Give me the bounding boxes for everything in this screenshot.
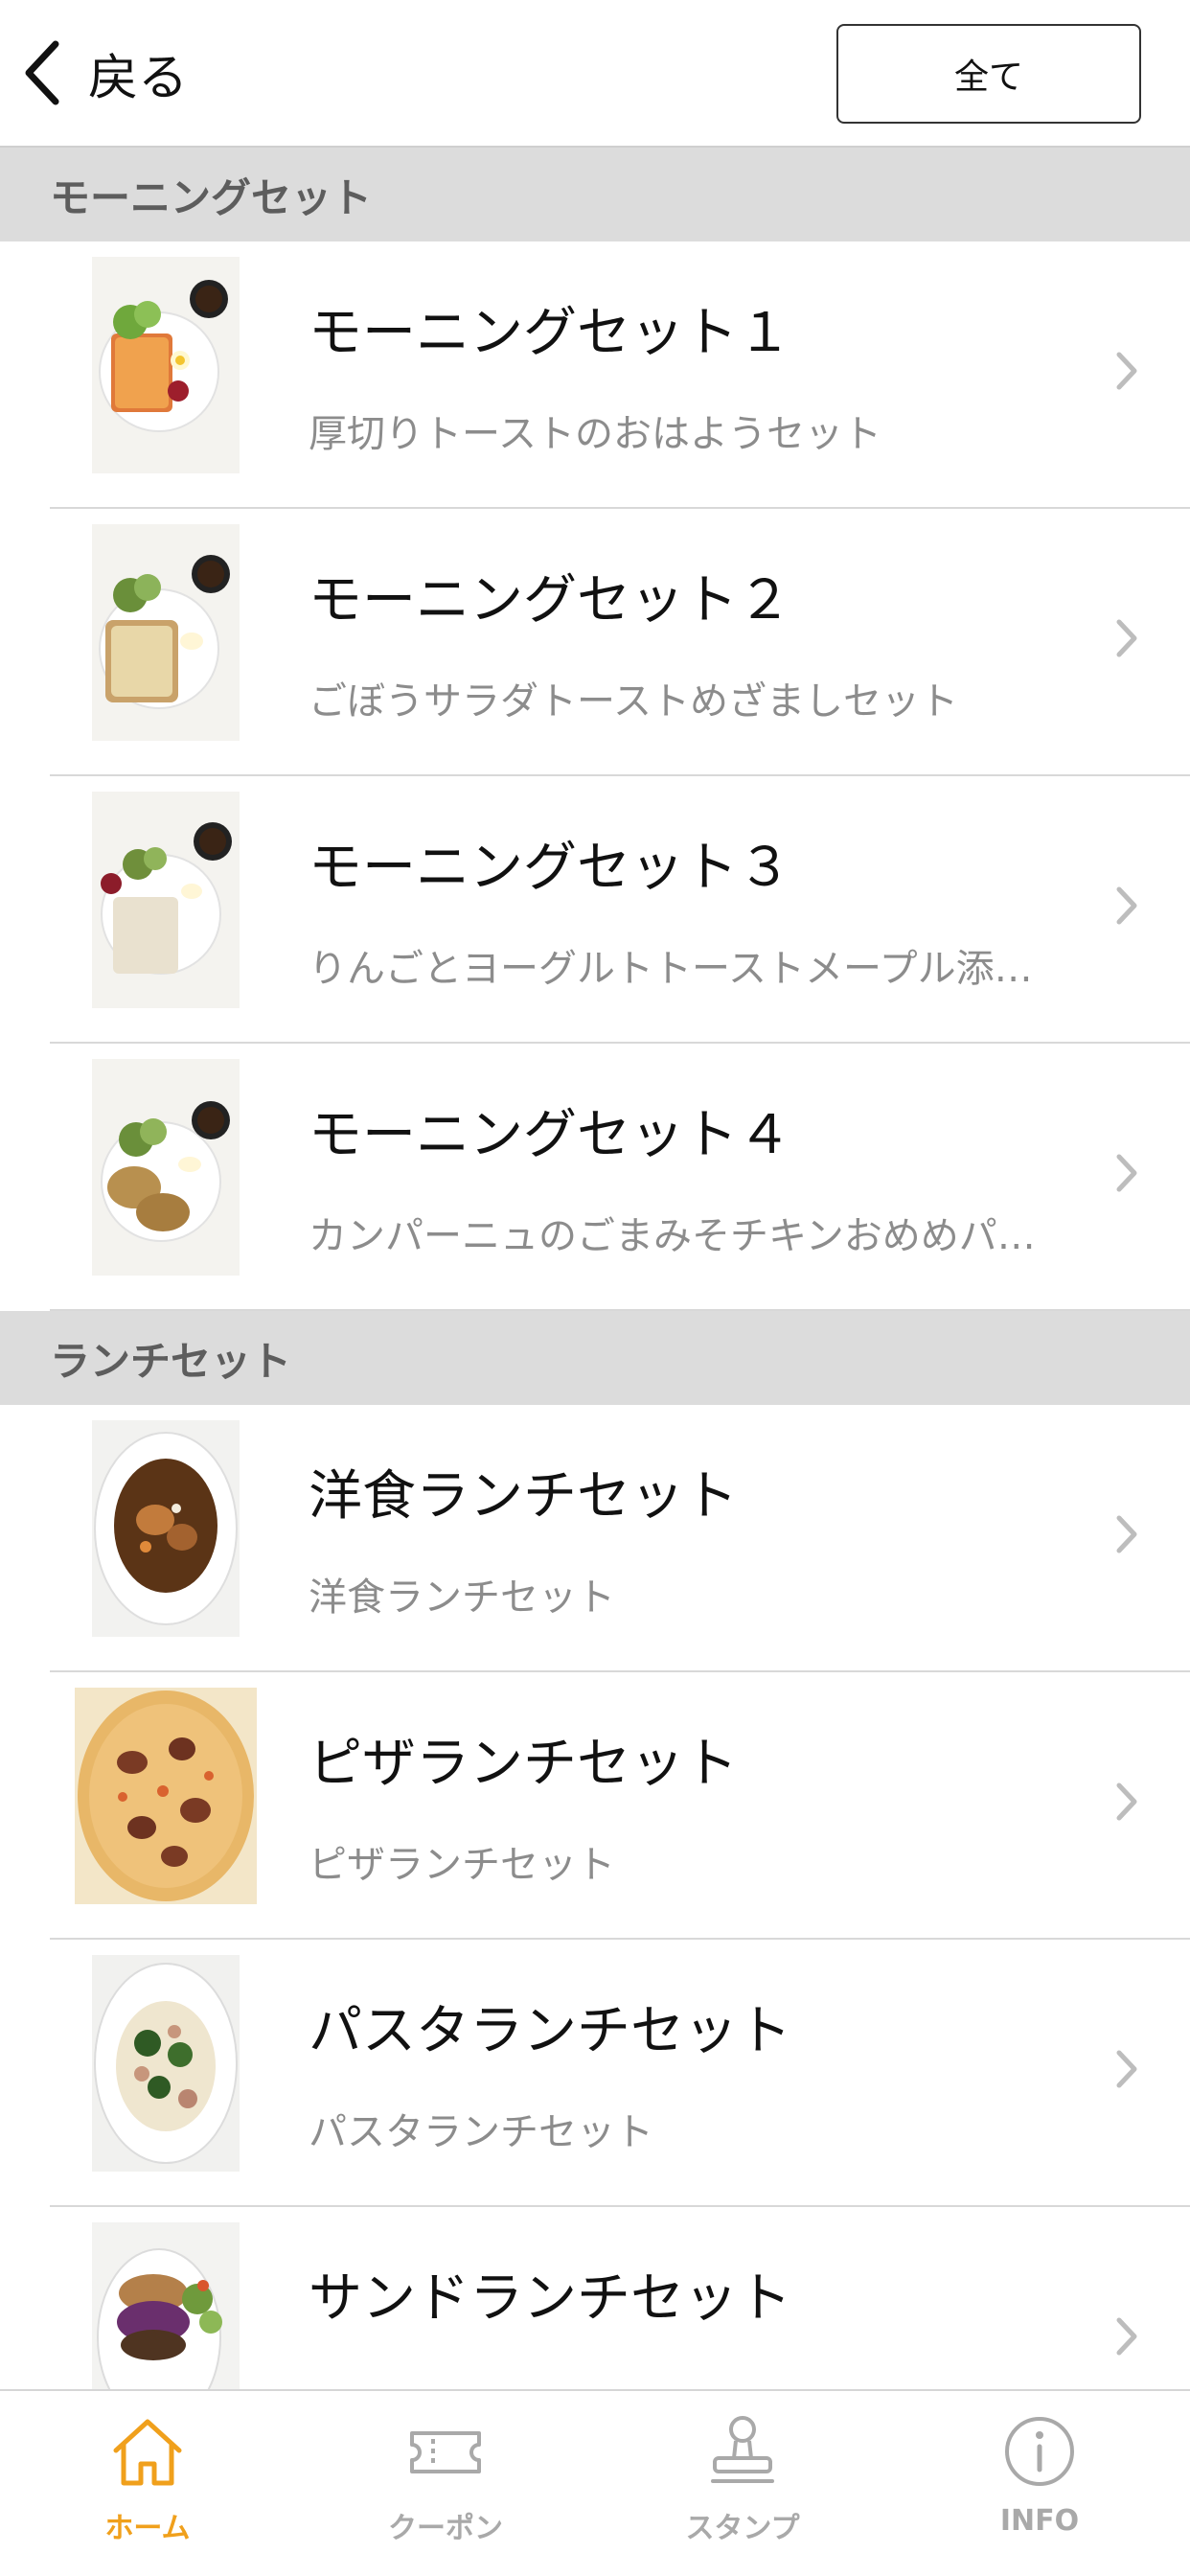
- tab-label: クーポン: [388, 2512, 503, 2545]
- item-title: サンドランチセット: [309, 2267, 791, 2330]
- chevron-right-icon: [1116, 352, 1137, 390]
- food-thumbnail: [92, 1955, 240, 2172]
- item-subtitle: ピザランチセット: [309, 1843, 615, 1887]
- item-title: 洋食ランチセット: [309, 1465, 738, 1528]
- tab-stamp[interactable]: スタンプ: [637, 2410, 848, 2564]
- tab-home[interactable]: ホーム: [42, 2410, 253, 2564]
- chevron-right-icon: [1116, 2317, 1137, 2356]
- list-item[interactable]: ピザランチセット ピザランチセット: [0, 1672, 1190, 1940]
- list-item[interactable]: モーニングセット１ 厚切りトーストのおはようセット: [0, 242, 1190, 509]
- chevron-right-icon: [1116, 1782, 1137, 1821]
- tab-label: スタンプ: [685, 2512, 800, 2545]
- item-subtitle: ごぼうサラダトーストめざましセット: [309, 679, 958, 724]
- tab-bar: ホーム クーポン スタンプ INFO: [0, 2389, 1190, 2576]
- list-item[interactable]: パスタランチセット パスタランチセット: [0, 1940, 1190, 2207]
- info-icon: [1005, 2417, 1074, 2486]
- food-thumbnail: [92, 2222, 240, 2389]
- food-thumbnail: [75, 1688, 257, 1904]
- all-button[interactable]: 全て: [836, 24, 1141, 124]
- chevron-right-icon: [1116, 1154, 1137, 1192]
- back-label: 戻る: [88, 49, 189, 107]
- food-thumbnail: [92, 257, 240, 473]
- food-thumbnail: [92, 1420, 240, 1637]
- food-thumbnail: [92, 524, 240, 741]
- item-subtitle: りんごとヨーグルトトーストメープル添…: [309, 947, 1033, 991]
- back-button[interactable]: 戻る: [21, 34, 188, 111]
- ticket-icon: [410, 2431, 481, 2473]
- item-subtitle: 厚切りトーストのおはようセット: [309, 412, 881, 456]
- home-icon: [113, 2419, 182, 2486]
- item-title: モーニングセット４: [309, 1104, 791, 1166]
- item-title: モーニングセット１: [309, 302, 791, 364]
- stamp-icon: [711, 2416, 774, 2483]
- tab-info[interactable]: INFO: [934, 2410, 1145, 2564]
- item-subtitle: パスタランチセット: [309, 2110, 653, 2154]
- section-header-morning: モーニングセット: [0, 148, 1190, 242]
- item-title: モーニングセット３: [309, 837, 791, 899]
- section-header-lunch: ランチセット: [0, 1311, 1190, 1405]
- list-item[interactable]: 洋食ランチセット 洋食ランチセット: [0, 1405, 1190, 1672]
- tab-label: ホーム: [104, 2512, 191, 2545]
- chevron-right-icon: [1116, 886, 1137, 925]
- list-item[interactable]: サンドランチセット: [0, 2207, 1190, 2389]
- food-thumbnail: [92, 792, 240, 1008]
- list-item[interactable]: モーニングセット２ ごぼうサラダトーストめざましセット: [0, 509, 1190, 776]
- tab-label: INFO: [999, 2504, 1080, 2538]
- chevron-right-icon: [1116, 1515, 1137, 1553]
- chevron-left-icon: [25, 40, 59, 105]
- row-divider: [50, 1309, 1190, 1311]
- item-title: パスタランチセット: [309, 2000, 791, 2062]
- item-subtitle: カンパーニュのごまみそチキンおめめパ…: [309, 1214, 1036, 1258]
- item-title: モーニングセット２: [309, 569, 791, 632]
- chevron-right-icon: [1116, 619, 1137, 657]
- menu-list[interactable]: モーニングセット モーニングセット１ 厚切りトーストのおはようセット モーニング…: [0, 148, 1190, 2389]
- list-item[interactable]: モーニングセット４ カンパーニュのごまみそチキンおめめパ…: [0, 1044, 1190, 1311]
- food-thumbnail: [92, 1059, 240, 1276]
- item-subtitle: 洋食ランチセット: [309, 1576, 615, 1620]
- item-title: ピザランチセット: [309, 1733, 738, 1795]
- nav-header: 戻る 全て: [0, 0, 1190, 148]
- chevron-right-icon: [1116, 2050, 1137, 2088]
- tab-coupon[interactable]: クーポン: [340, 2410, 551, 2564]
- list-item[interactable]: モーニングセット３ りんごとヨーグルトトーストメープル添…: [0, 776, 1190, 1044]
